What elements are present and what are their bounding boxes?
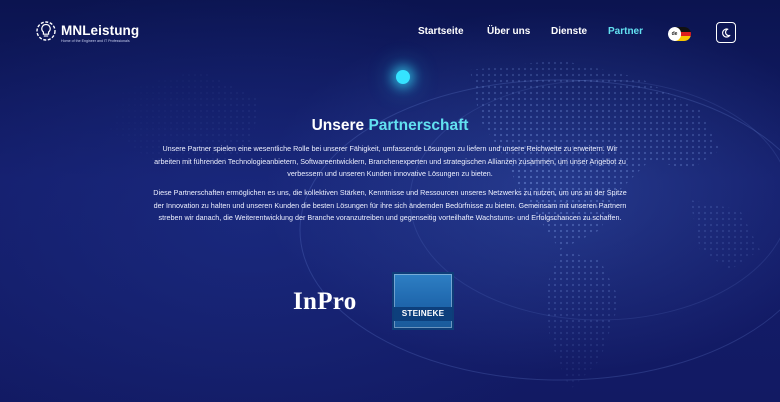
- title-accent: Partnerschaft: [368, 117, 469, 134]
- nav-item-partner[interactable]: Partner: [608, 26, 643, 37]
- nav-item-ueber-uns[interactable]: Über uns: [487, 26, 530, 37]
- glow-dot: [396, 70, 410, 84]
- partner-logo-inpro[interactable]: InPro: [293, 288, 357, 316]
- intro-paragraph-2: Diese Partnerschaften ermöglichen es uns…: [153, 188, 627, 223]
- gear-bulb-logo-icon: [36, 21, 56, 41]
- top-navbar: MNLeistung Home of the Engineer and IT P…: [0, 0, 780, 64]
- theme-toggle-button[interactable]: [716, 22, 736, 43]
- moon-icon: [722, 27, 731, 38]
- nav-item-startseite[interactable]: Startseite: [418, 26, 464, 37]
- page-title: Unsere Partnerschaft: [0, 117, 780, 135]
- nav-item-dienste[interactable]: Dienste: [551, 26, 587, 37]
- brand-logo[interactable]: MNLeistung Home of the Engineer and IT P…: [33, 18, 139, 44]
- title-prefix: Unsere: [311, 117, 369, 134]
- language-switcher[interactable]: de: [668, 27, 691, 41]
- partner-logo-steineke[interactable]: STEINEKE: [392, 272, 454, 330]
- brand-name: MNLeistung: [61, 23, 140, 38]
- language-code: de: [668, 27, 681, 41]
- intro-paragraph-1: Unsere Partner spielen eine wesentliche …: [154, 144, 626, 179]
- steineke-label: STEINEKE: [394, 307, 452, 321]
- brand-tagline: Home of the Engineer and IT Professional…: [61, 38, 130, 43]
